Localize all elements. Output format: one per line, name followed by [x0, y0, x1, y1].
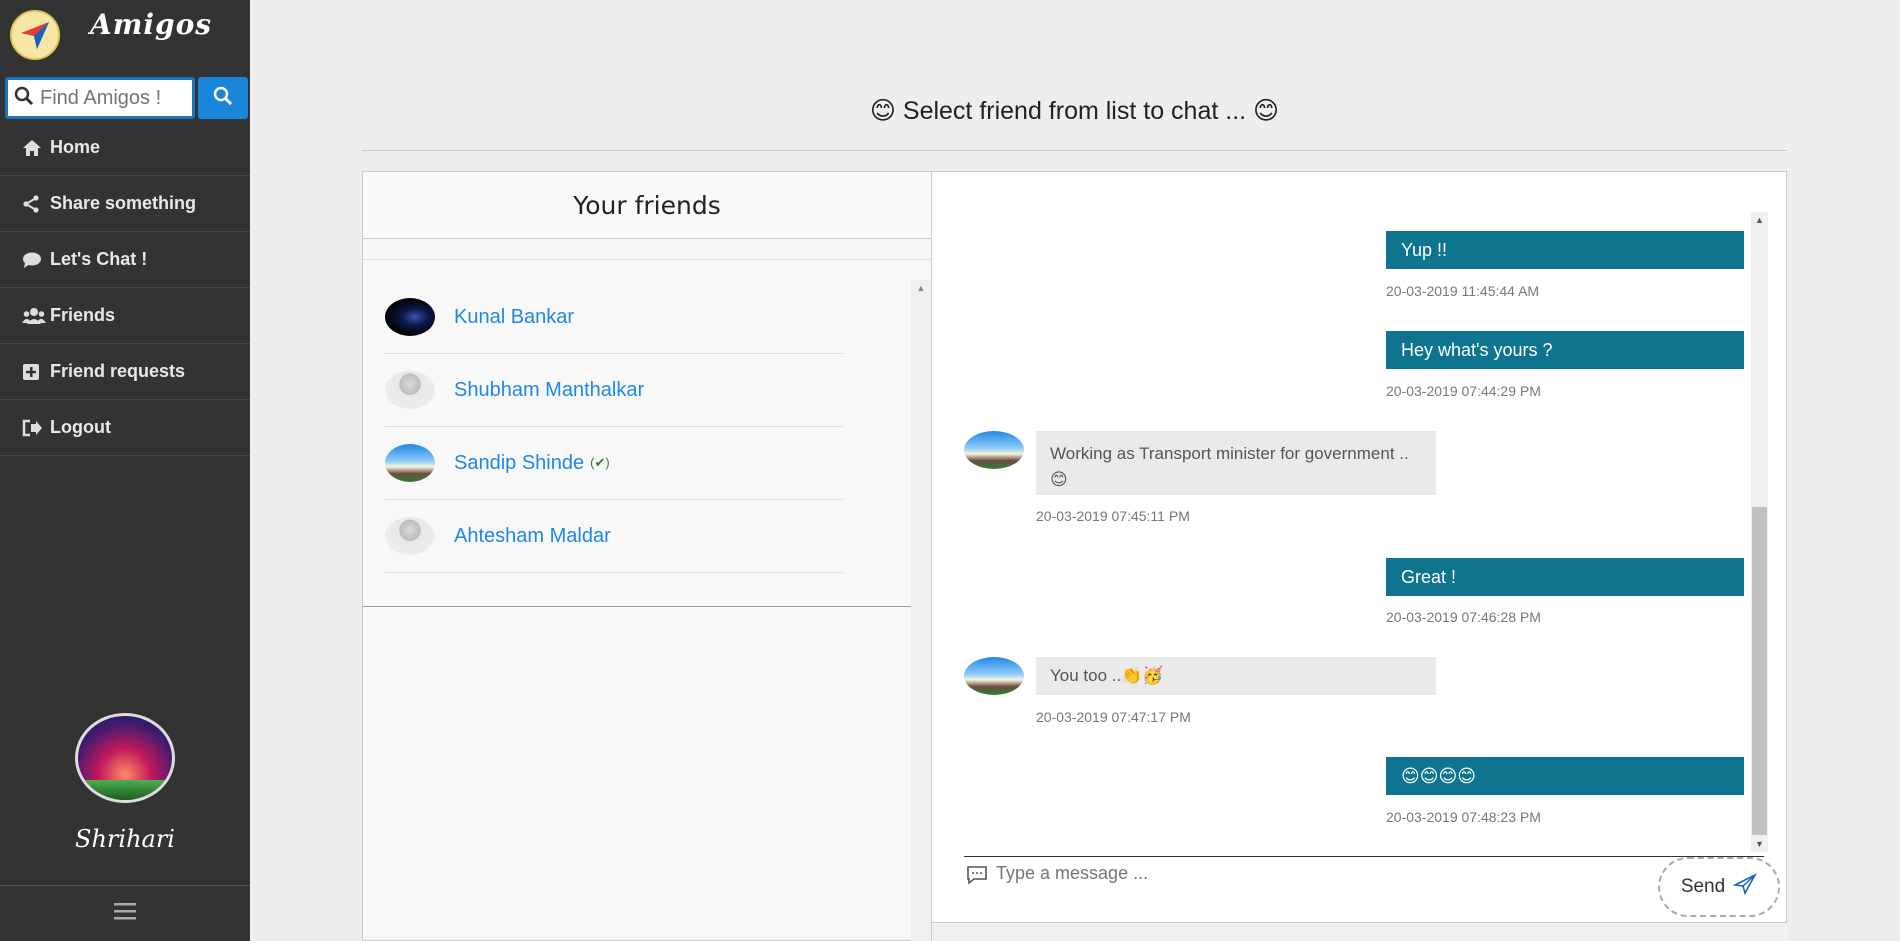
compass-logo-icon[interactable] [10, 10, 60, 60]
magnifier-icon [14, 86, 34, 111]
message-icon [966, 865, 988, 890]
title-divider [362, 150, 1787, 151]
nav-label: Logout [50, 417, 111, 437]
profile-avatar[interactable] [75, 713, 175, 803]
message-timestamp: 20-03-2019 07:47:17 PM [1036, 709, 1191, 725]
avatar [385, 371, 435, 409]
send-button[interactable]: Send [1658, 857, 1780, 917]
menu-toggle-icon[interactable] [113, 901, 137, 926]
avatar [385, 444, 435, 482]
nav-item-friend-requests[interactable]: Friend requests [0, 344, 250, 400]
nav-item-logout[interactable]: Logout [0, 400, 250, 456]
scroll-down-icon[interactable]: ▼ [1751, 836, 1768, 852]
message-composer: Send [964, 856, 1780, 924]
search-input[interactable] [40, 86, 190, 110]
avatar [964, 657, 1024, 695]
nav-item-chat[interactable]: Let's Chat ! [0, 232, 250, 288]
nav-label: Home [50, 137, 101, 157]
brand-name[interactable]: Amigos [90, 8, 212, 41]
nav-label: Friends [50, 305, 116, 325]
friends-subheader [363, 239, 931, 260]
chat-panel: Yup !! 20-03-2019 11:45:44 AM Hey what's… [931, 171, 1787, 923]
avatar [964, 431, 1024, 469]
friend-name[interactable]: Ahtesham Maldar [454, 525, 611, 548]
friend-name[interactable]: Shubham Manthalkar [454, 379, 644, 402]
logout-icon [22, 419, 50, 437]
friend-name[interactable]: Sandip Shinde [454, 452, 584, 475]
search-button[interactable] [198, 77, 248, 119]
profile-name: Shrihari [75, 825, 175, 853]
nav-label: Friend requests [50, 361, 186, 381]
nav-item-home[interactable]: Home [0, 120, 250, 176]
send-label: Send [1680, 876, 1726, 897]
avatar [385, 298, 435, 336]
nav-item-friends[interactable]: Friends [0, 288, 250, 344]
friends-scrollbar[interactable]: ▲ [911, 280, 931, 941]
friend-item[interactable]: Shubham Manthalkar [385, 354, 843, 427]
message-outgoing: Great ! [1386, 558, 1744, 596]
friend-name[interactable]: Kunal Bankar [454, 306, 574, 329]
users-icon [22, 307, 50, 325]
home-icon [22, 139, 50, 157]
friends-heading: Your friends [363, 172, 931, 239]
chat-bubble-icon [22, 251, 50, 269]
message-outgoing: Yup !! [1386, 231, 1744, 269]
search-bar [5, 77, 248, 119]
avatar [385, 517, 435, 555]
nav-label: Share something [50, 193, 197, 213]
nav-label: Let's Chat ! [50, 249, 148, 269]
plus-square-icon [22, 363, 50, 381]
message-outgoing: Hey what's yours ? [1386, 331, 1744, 369]
scroll-up-icon[interactable]: ▲ [1751, 212, 1768, 228]
chat-scrollbar[interactable]: ▲ ▼ [1751, 212, 1768, 852]
friend-item[interactable]: Sandip Shinde (✔) [385, 427, 843, 500]
message-timestamp: 20-03-2019 07:44:29 PM [1386, 383, 1541, 399]
message-timestamp: 20-03-2019 07:45:11 PM [1036, 508, 1190, 524]
chat-panel-footer [932, 923, 1787, 941]
scroll-up-icon[interactable]: ▲ [911, 280, 931, 296]
friends-panel: Your friends Kunal Bankar Shubham Mantha… [362, 171, 932, 941]
search-icon [213, 86, 233, 111]
message-incoming: You too ..👏🥳 [1036, 657, 1436, 695]
sidebar-nav: Home Share something Let's Chat ! Friend… [0, 120, 250, 456]
message-outgoing: 😊😊😊😊 [1386, 757, 1744, 795]
sidebar: Amigos Home Share something Let's Chat ! [0, 0, 250, 941]
share-icon [22, 194, 50, 213]
nav-item-share[interactable]: Share something [0, 176, 250, 232]
brand: Amigos [0, 0, 250, 70]
airplane-icon [1732, 873, 1758, 901]
friend-item[interactable]: Kunal Bankar [385, 281, 843, 354]
friend-item[interactable]: Ahtesham Maldar [385, 500, 843, 573]
message-input[interactable] [996, 863, 1496, 884]
message-timestamp: 20-03-2019 07:48:23 PM [1386, 809, 1541, 825]
verified-badge: (✔) [590, 455, 610, 470]
search-field [5, 77, 195, 119]
page-title: 😊 Select friend from list to chat ... 😊 [869, 97, 1280, 125]
message-timestamp: 20-03-2019 11:45:44 AM [1386, 283, 1540, 299]
friends-list: Kunal Bankar Shubham Manthalkar Sandip S… [363, 281, 911, 607]
message-incoming: Working as Transport minister for govern… [1036, 431, 1436, 495]
message-timestamp: 20-03-2019 07:46:28 PM [1386, 609, 1541, 625]
sidebar-footer [0, 885, 250, 941]
scroll-thumb[interactable] [1752, 507, 1767, 835]
